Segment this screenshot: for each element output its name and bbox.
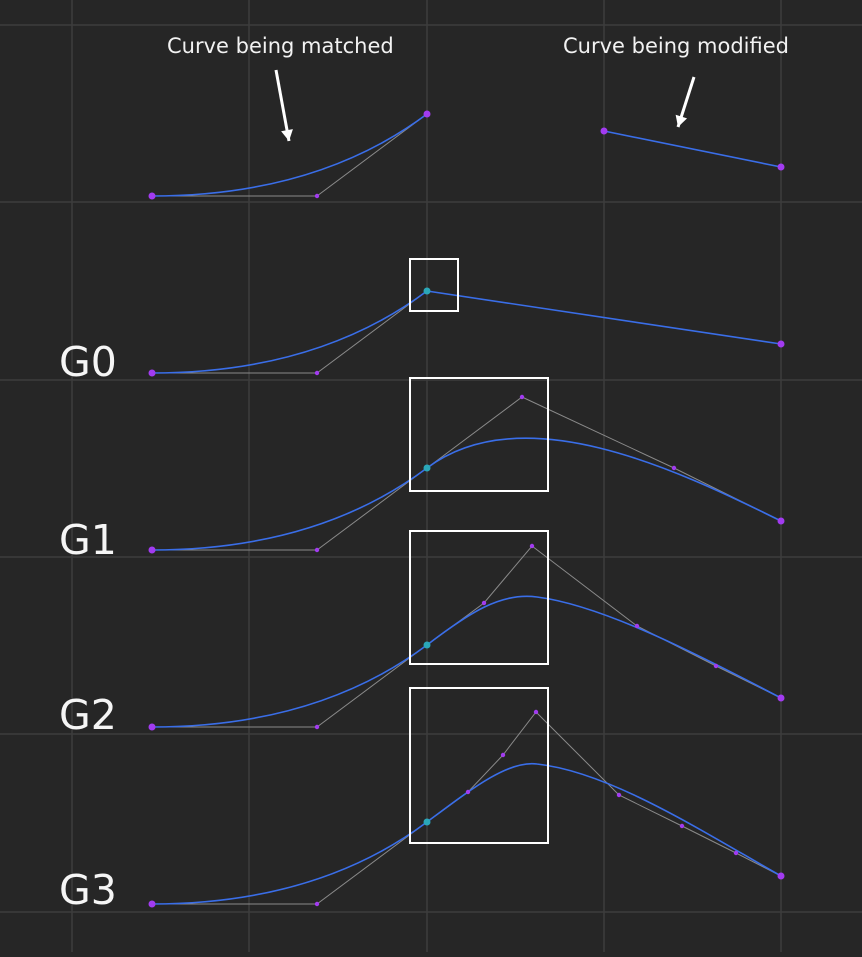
caption-curve-modified: Curve being modified: [563, 34, 789, 58]
endpoint-g0: [148, 369, 156, 377]
endpoint-modified-g3: [777, 872, 785, 880]
control-point-top: [314, 193, 320, 199]
control-point-g2-3: [713, 663, 719, 669]
control-point-g2-2: [634, 623, 640, 629]
label-g0: G0: [59, 338, 117, 386]
endpoint-modified-g2: [777, 694, 785, 702]
endpoint-modified-g0: [777, 340, 785, 348]
endpoint-matched-top: [423, 110, 431, 118]
arrows: [274, 69, 696, 142]
control-point-g3-5: [733, 850, 739, 856]
label-g3: G3: [59, 866, 117, 914]
endpoint-modified-start: [600, 127, 608, 135]
curve-matched-g3: [151, 821, 428, 905]
diagram-canvas: Curve being matched Curve being modified…: [0, 0, 862, 952]
hull-matched-top: [152, 113, 428, 197]
endpoint-modified-end: [777, 163, 785, 171]
highlight-box-g2: [409, 530, 549, 665]
hull-matched-g3: [152, 821, 428, 905]
curve-matched-top: [151, 113, 428, 197]
curve-matched-g0: [151, 290, 428, 374]
hull-matched-g1: [152, 467, 428, 551]
highlight-box-g1: [409, 377, 549, 492]
control-point-g3-3: [616, 792, 622, 798]
control-point-g2: [314, 724, 320, 730]
endpoint-g1: [148, 546, 156, 554]
endpoint-g3: [148, 900, 156, 908]
highlight-box-g0: [409, 258, 459, 312]
control-point-g3: [314, 901, 320, 907]
label-g2: G2: [59, 691, 117, 739]
hull-matched-g2: [152, 644, 428, 728]
endpoint-modified-g1: [777, 517, 785, 525]
endpoint-g2: [148, 723, 156, 731]
curve-modified-top: [603, 130, 782, 168]
control-point-g1-1: [671, 465, 677, 471]
control-point-g3-4: [679, 823, 685, 829]
control-point-g0: [314, 370, 320, 376]
hull-matched-g0: [152, 290, 428, 374]
curve-matched-g2: [151, 644, 428, 728]
label-g1: G1: [59, 516, 117, 564]
control-point-g1: [314, 547, 320, 553]
arrow-matched-head: [281, 129, 293, 141]
endpoint-top: [148, 192, 156, 200]
curve-matched-g1: [151, 467, 428, 551]
highlight-box-g3: [409, 687, 549, 844]
caption-curve-matched: Curve being matched: [167, 34, 394, 58]
